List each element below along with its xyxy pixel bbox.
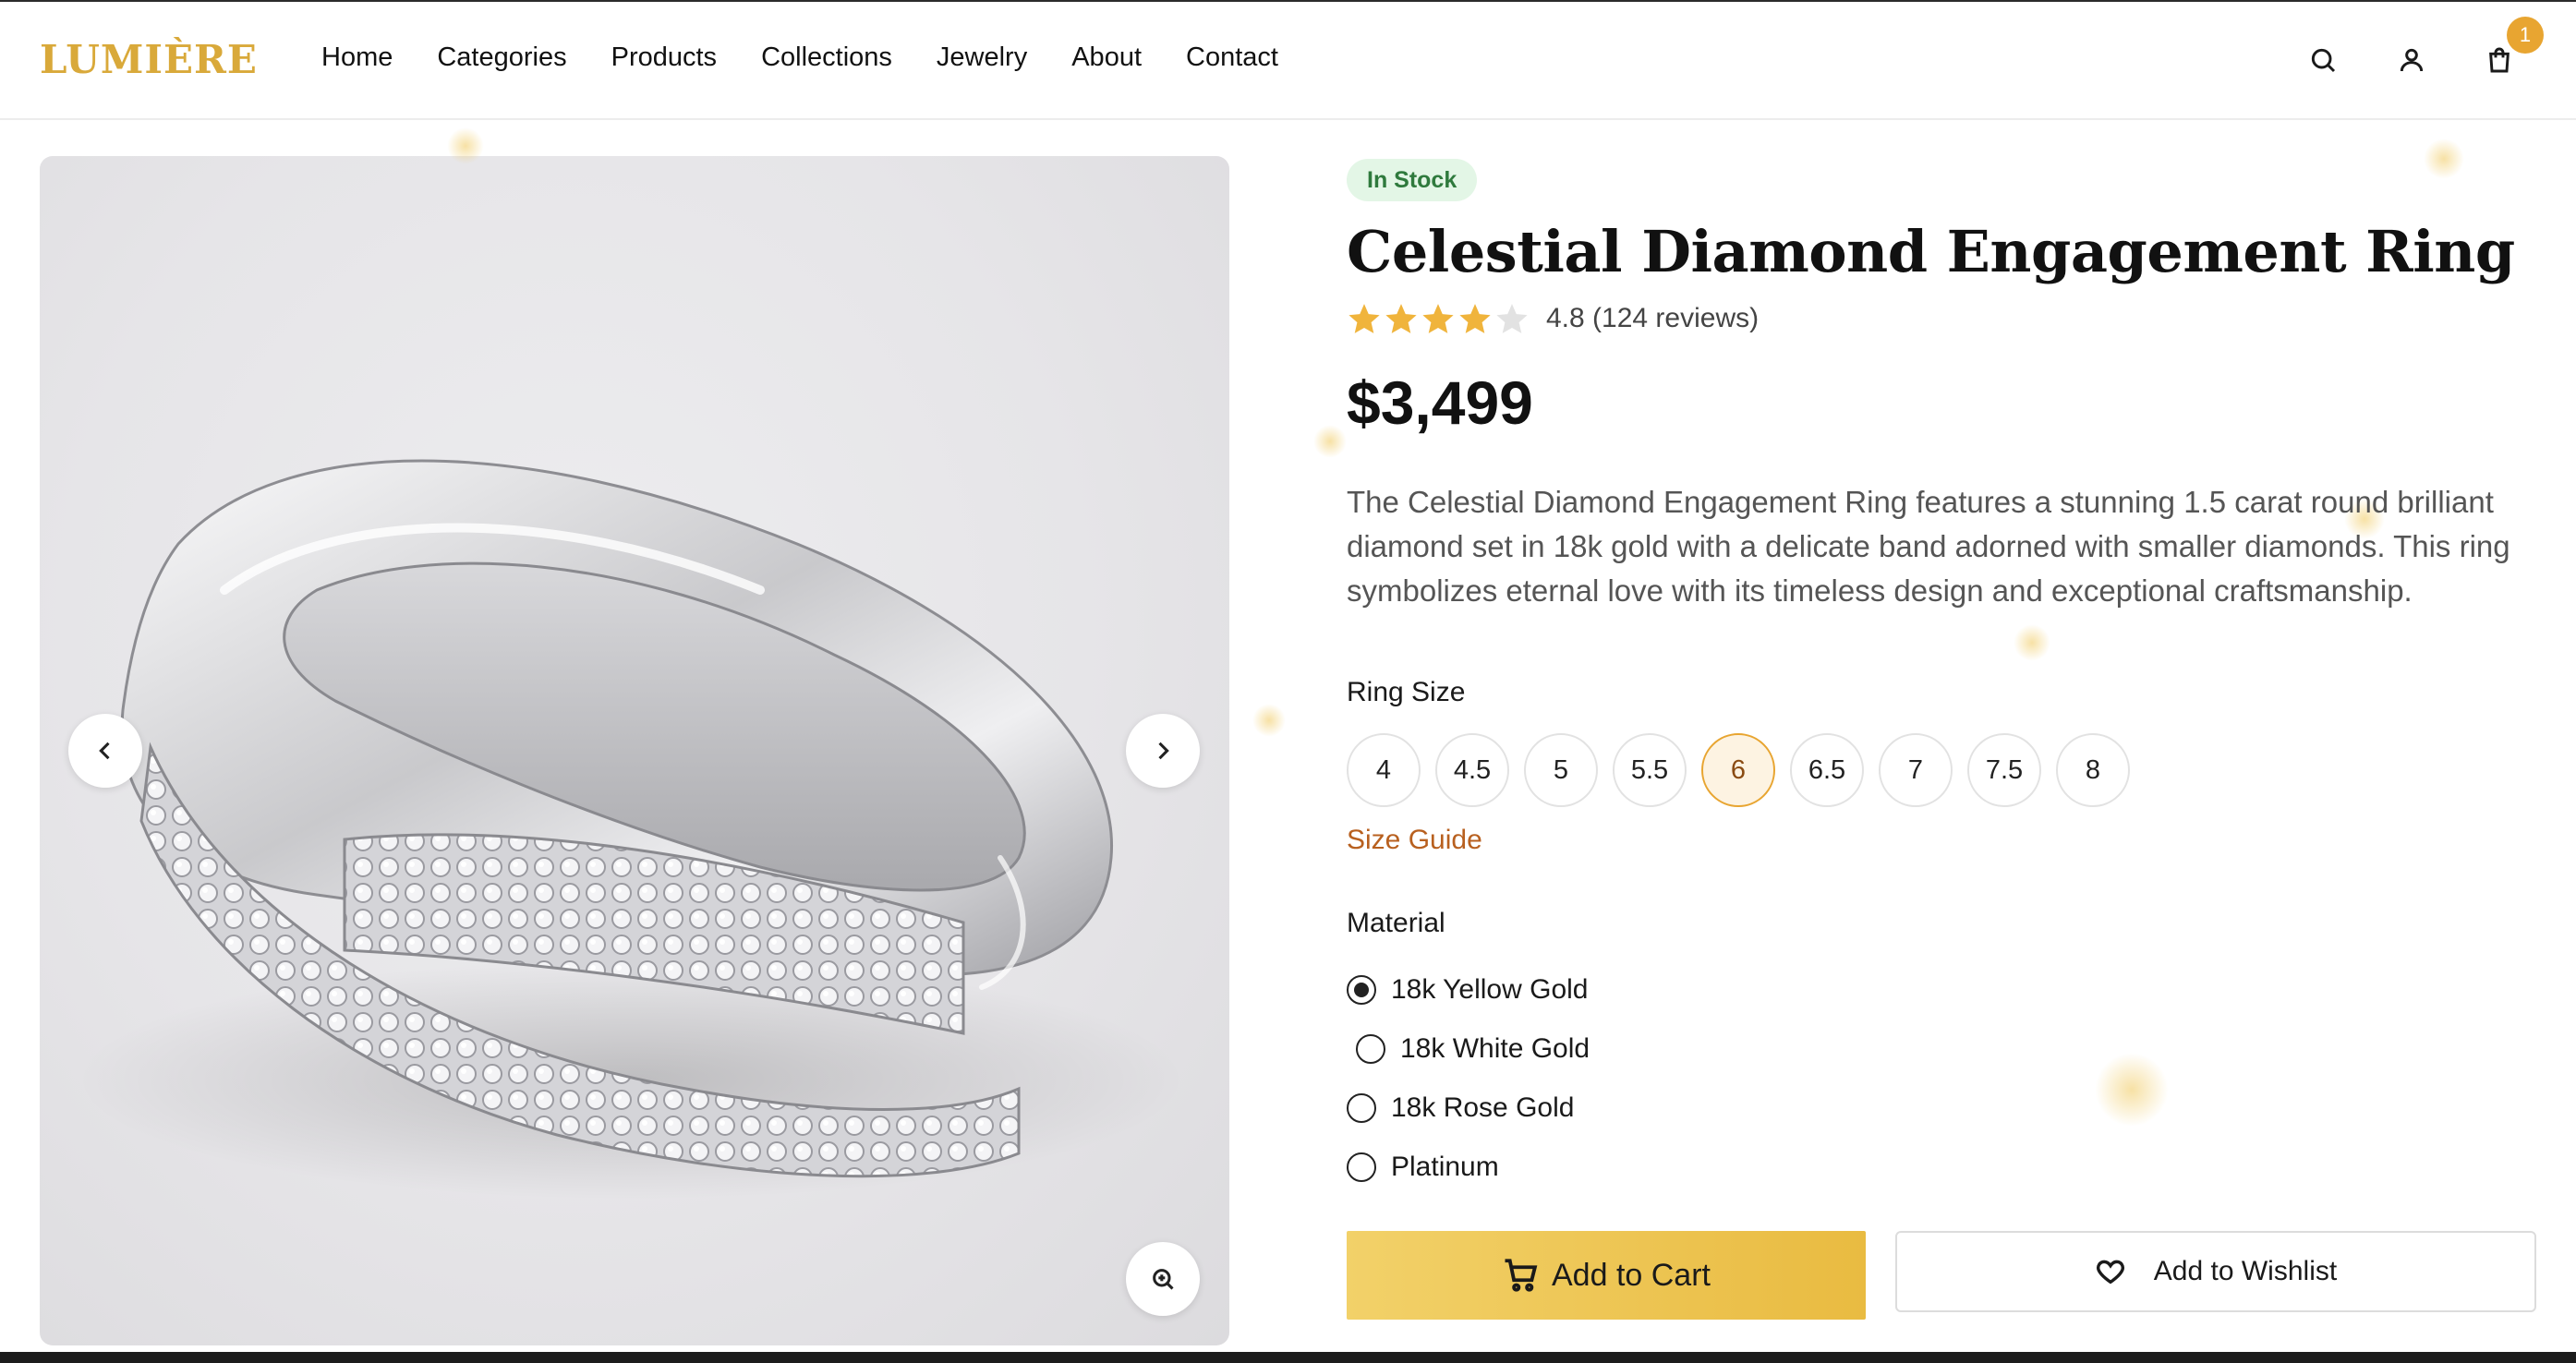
product-title: Celestial Diamond Engagement Ring bbox=[1347, 218, 2515, 285]
size-option[interactable]: 6.5 bbox=[1790, 733, 1864, 807]
size-guide-link[interactable]: Size Guide bbox=[1347, 825, 1482, 856]
material-options: 18k Yellow Gold 18k White Gold 18k Rose … bbox=[1347, 960, 1590, 1197]
rating-summary[interactable]: 4.8 (124 reviews) bbox=[1546, 303, 1759, 334]
star-filled-icon bbox=[1348, 304, 1380, 333]
decorative-sparkle bbox=[2095, 1053, 2169, 1127]
size-option[interactable]: 8 bbox=[2056, 733, 2130, 807]
decorative-sparkle bbox=[2424, 139, 2464, 179]
star-filled-icon bbox=[1422, 304, 1454, 333]
material-option-label: Platinum bbox=[1391, 1152, 1499, 1182]
size-option[interactable]: 5 bbox=[1524, 733, 1598, 807]
nav-categories[interactable]: Categories bbox=[437, 42, 566, 73]
decorative-sparkle bbox=[2014, 624, 2050, 661]
nav-collections[interactable]: Collections bbox=[761, 42, 892, 73]
radio-selected[interactable] bbox=[1347, 975, 1376, 1005]
star-filled-icon bbox=[1459, 304, 1491, 333]
nav-jewelry[interactable]: Jewelry bbox=[937, 42, 1027, 73]
size-option[interactable]: 7.5 bbox=[1967, 733, 2041, 807]
decorative-sparkle bbox=[1252, 704, 1286, 737]
star-filled-icon bbox=[1385, 304, 1417, 333]
size-option-selected[interactable]: 6 bbox=[1701, 733, 1775, 807]
rating-stars bbox=[1347, 301, 1530, 336]
nav-home[interactable]: Home bbox=[321, 42, 393, 73]
nav-products[interactable]: Products bbox=[611, 42, 717, 73]
site-header: LUMIÈRE Home Categories Products Collect… bbox=[0, 2, 2576, 120]
material-option-label: 18k Rose Gold bbox=[1391, 1092, 1575, 1123]
decorative-sparkle bbox=[1313, 425, 1347, 458]
zoom-button[interactable] bbox=[1126, 1242, 1200, 1316]
add-to-cart-label: Add to Cart bbox=[1552, 1257, 1711, 1293]
size-option[interactable]: 5.5 bbox=[1613, 733, 1687, 807]
decorative-sparkle bbox=[447, 127, 484, 164]
window-bottom-bar bbox=[0, 1352, 2576, 1363]
material-option[interactable]: 18k Rose Gold bbox=[1347, 1079, 1590, 1138]
size-option[interactable]: 4 bbox=[1347, 733, 1421, 807]
user-icon[interactable] bbox=[2393, 42, 2430, 78]
brand-logo[interactable]: LUMIÈRE bbox=[40, 37, 258, 82]
chevron-right-icon bbox=[1158, 742, 1169, 760]
radio-unselected[interactable] bbox=[1347, 1152, 1376, 1182]
product-rating[interactable]: 4.8 (124 reviews) bbox=[1347, 301, 1759, 336]
material-option-label: 18k White Gold bbox=[1400, 1033, 1590, 1064]
size-option[interactable]: 4.5 bbox=[1435, 733, 1509, 807]
radio-unselected[interactable] bbox=[1356, 1034, 1385, 1064]
ring-size-selector: 4 4.5 5 5.5 6 6.5 7 7.5 8 bbox=[1347, 733, 2130, 807]
gallery-prev-button[interactable] bbox=[68, 714, 142, 788]
gallery-next-button[interactable] bbox=[1126, 714, 1200, 788]
nav-contact[interactable]: Contact bbox=[1186, 42, 1278, 73]
ring-size-label: Ring Size bbox=[1347, 677, 1466, 707]
nav-about[interactable]: About bbox=[1071, 42, 1142, 73]
add-to-cart-button[interactable]: Add to Cart bbox=[1347, 1231, 1866, 1320]
product-image-ring bbox=[77, 459, 1185, 1200]
heart-icon bbox=[2096, 1260, 2124, 1285]
size-option[interactable]: 7 bbox=[1879, 733, 1953, 807]
add-to-wishlist-button[interactable]: Add to Wishlist bbox=[1895, 1231, 2536, 1312]
add-to-wishlist-label: Add to Wishlist bbox=[2153, 1256, 2338, 1286]
product-image-gallery[interactable] bbox=[40, 156, 1229, 1345]
material-label: Material bbox=[1347, 908, 1445, 938]
search-icon[interactable] bbox=[2304, 42, 2341, 78]
cart-icon bbox=[1505, 1259, 1538, 1292]
material-option-label: 18k Yellow Gold bbox=[1391, 974, 1589, 1005]
material-option[interactable]: 18k Yellow Gold bbox=[1347, 960, 1590, 1019]
zoom-in-icon bbox=[1153, 1269, 1174, 1290]
product-description: The Celestial Diamond Engagement Ring fe… bbox=[1347, 485, 2510, 608]
chevron-left-icon bbox=[99, 742, 110, 760]
product-price: $3,499 bbox=[1347, 368, 1533, 437]
material-option[interactable]: 18k White Gold bbox=[1347, 1019, 1590, 1079]
star-empty-icon bbox=[1496, 304, 1528, 333]
cart-count-badge: 1 bbox=[2507, 17, 2544, 54]
material-option[interactable]: Platinum bbox=[1347, 1138, 1590, 1197]
radio-unselected[interactable] bbox=[1347, 1093, 1376, 1123]
main-nav: Home Categories Products Collections Jew… bbox=[321, 42, 1278, 73]
stock-status-badge: In Stock bbox=[1347, 159, 1478, 201]
